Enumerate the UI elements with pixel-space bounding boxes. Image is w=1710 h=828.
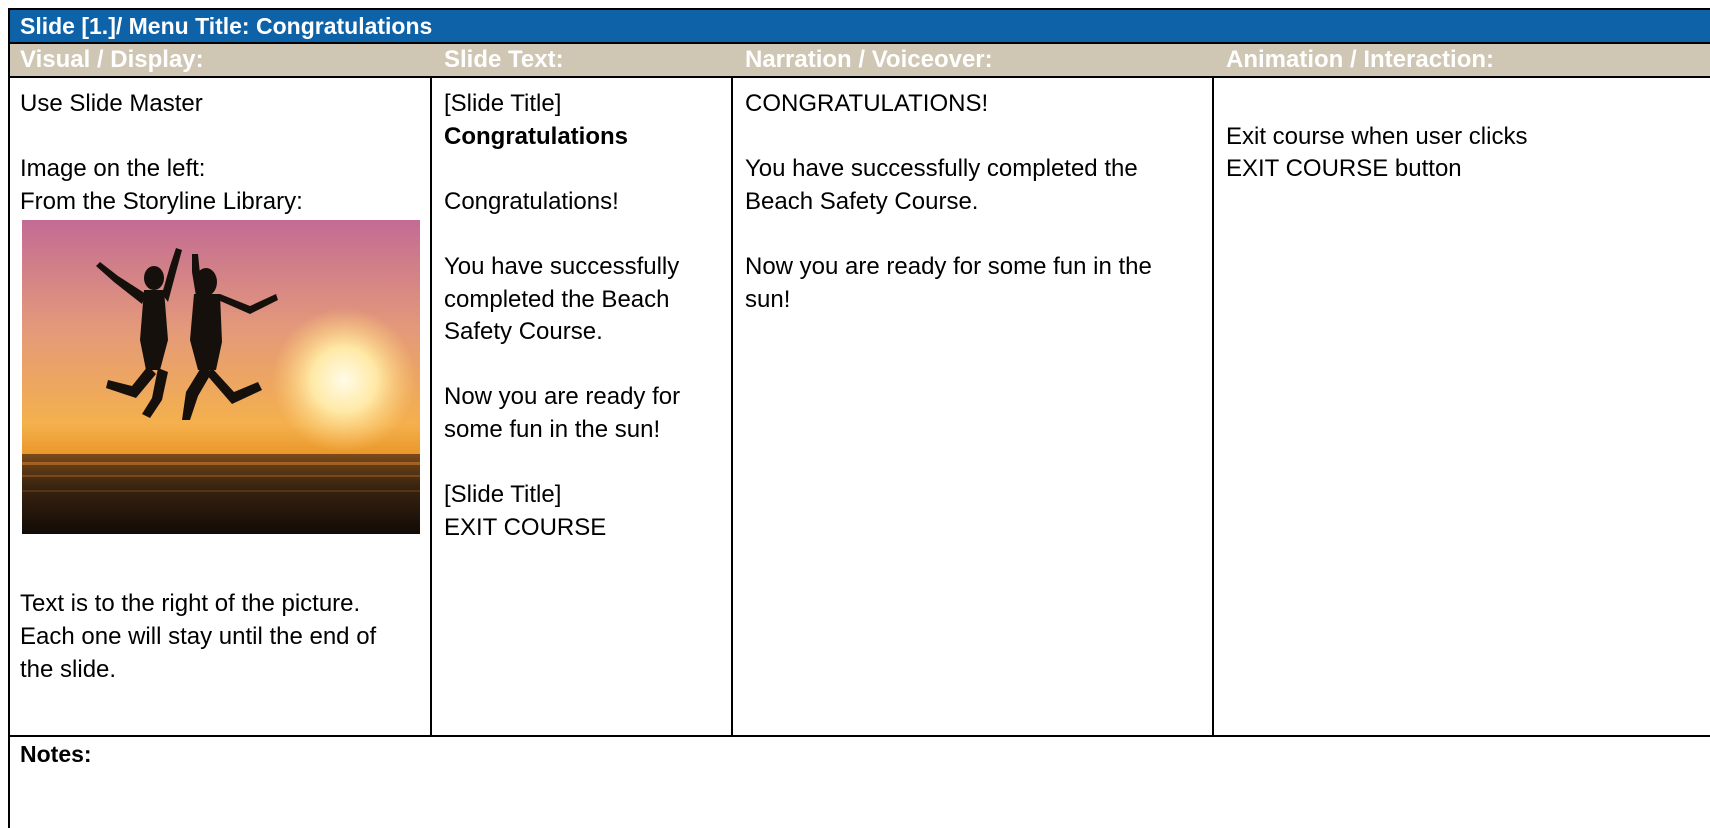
exit-course-label: EXIT COURSE [444, 513, 607, 541]
column-divider [430, 78, 432, 735]
header-animation: Animation / Interaction: [1226, 46, 1495, 73]
visual-note-line-2: Each one will stay until the end of [20, 622, 377, 650]
slide-paragraph-1-line-2: completed the Beach [444, 285, 670, 313]
slide-paragraph-1-line-1: You have successfully [444, 252, 680, 280]
jumping-people-sunset-image [22, 220, 420, 535]
narration-line-4: Now you are ready for some fun in the [745, 252, 1152, 280]
slide-paragraph-2-line-2: some fun in the sun! [444, 415, 661, 443]
visual-line-slide-master: Use Slide Master [20, 90, 203, 117]
notes-label: Notes: [20, 741, 92, 767]
animation-line-1: Exit course when user clicks [1226, 122, 1528, 150]
visual-display-cell: Use Slide Master Image on the left: From… [10, 78, 431, 735]
visual-note-line-1: Text is to the right of the picture. [20, 590, 361, 618]
visual-note-line-3: the slide. [20, 655, 117, 683]
header-narration: Narration / Voiceover: [745, 46, 993, 73]
narration-line-5: sun! [745, 285, 791, 313]
header-slide-text: Slide Text: [444, 46, 564, 73]
column-divider [731, 78, 733, 735]
slide-title-text: Congratulations [444, 122, 628, 150]
slide-title-bar: Slide [1.]/ Menu Title: Congratulations [10, 8, 1710, 44]
slide-paragraph-1-line-3: Safety Course. [444, 318, 603, 346]
animation-line-2: EXIT COURSE button [1226, 155, 1462, 183]
visual-line-image-position: Image on the left: [20, 155, 206, 183]
storyboard-table: Slide [1.]/ Menu Title: Congratulations … [8, 8, 1710, 828]
slide-text-cell: [Slide Title] Congratulations Congratula… [434, 78, 734, 735]
slide-heading: Congratulations! [444, 187, 619, 215]
narration-cell: CONGRATULATIONS! You have successfully c… [735, 78, 1215, 735]
narration-line-1: CONGRATULATIONS! [745, 90, 989, 117]
slide-title-tag-2: [Slide Title] [444, 481, 562, 509]
notes-divider [10, 735, 1710, 737]
animation-cell: Exit course when user clicks EXIT COURSE… [1216, 78, 1710, 735]
narration-line-2: You have successfully completed the [745, 155, 1138, 183]
narration-line-3: Beach Safety Course. [745, 187, 979, 215]
header-visual-display: Visual / Display: [20, 46, 204, 73]
slide-title-tag: [Slide Title] [444, 90, 562, 117]
slide-paragraph-2-line-1: Now you are ready for [444, 383, 681, 411]
visual-line-library: From the Storyline Library: [20, 187, 303, 215]
column-divider [1212, 78, 1214, 735]
column-header-row: Visual / Display: Slide Text: Narration … [10, 44, 1710, 78]
